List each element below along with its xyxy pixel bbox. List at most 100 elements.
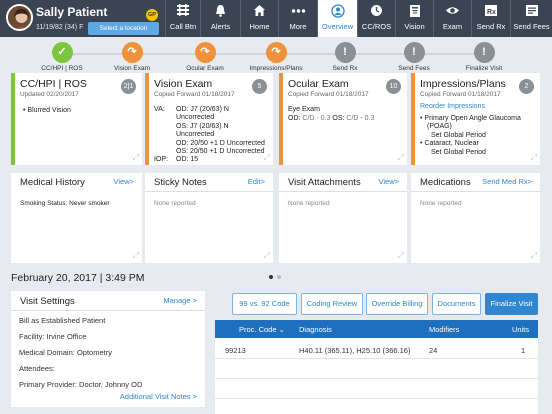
vision-row-key: VA: bbox=[154, 106, 165, 113]
ocular-exam-card[interactable]: Ocular Exam Copied Forward 01/18/2017 10… bbox=[279, 73, 407, 165]
nav-label: Overview bbox=[321, 22, 354, 31]
nav-vision[interactable]: Vision bbox=[395, 0, 433, 37]
exam-heading: Eye Exam bbox=[288, 106, 320, 113]
view-link[interactable]: View> bbox=[113, 177, 134, 186]
send-med-rx-link[interactable]: Send Med Rx> bbox=[482, 177, 532, 186]
card-title: Ocular Exam bbox=[288, 78, 349, 90]
send-fees-icon bbox=[511, 0, 552, 22]
divider bbox=[11, 310, 205, 311]
progress-step[interactable]: ↷ Ocular Exam bbox=[170, 42, 240, 72]
divider bbox=[145, 191, 273, 192]
documents-button[interactable]: Documents bbox=[432, 293, 481, 315]
eye-icon bbox=[434, 0, 471, 22]
card-accent bbox=[145, 73, 149, 165]
table-header: Proc. Code ⌄ Diagnosis Modifiers Units bbox=[215, 320, 538, 338]
copy-forward-icon: ↷ bbox=[265, 42, 287, 63]
expand-icon[interactable]: ⤢ bbox=[264, 251, 270, 261]
nav-overview[interactable]: Overview bbox=[317, 0, 357, 37]
vision-row: Uncorrected bbox=[154, 131, 269, 139]
vision-row: OD: 20/50 +1 D Uncorrected bbox=[154, 140, 269, 148]
medical-history-card[interactable]: Medical History View> Smoking Status: Ne… bbox=[11, 173, 142, 263]
expand-icon[interactable]: ⤢ bbox=[531, 153, 537, 163]
expand-icon[interactable]: ⤢ bbox=[531, 251, 537, 261]
list-item: • Blurred Vision bbox=[23, 107, 71, 114]
domain-value: Optometry bbox=[76, 348, 112, 357]
table-row-empty bbox=[215, 380, 538, 399]
visit-attachments-card[interactable]: Visit Attachments View> None reported ⤢ bbox=[279, 173, 407, 263]
expand-icon[interactable]: ⤢ bbox=[398, 251, 404, 261]
complaint-text: Blurred Vision bbox=[27, 107, 71, 114]
nav-cc-ros[interactable]: CC/ROS bbox=[357, 0, 395, 37]
impressions-plans-card[interactable]: Impressions/Plans Copied Forward 01/18/2… bbox=[411, 73, 540, 165]
nav-home[interactable]: Home bbox=[240, 0, 278, 37]
progress-step[interactable]: ! Send Rx bbox=[310, 42, 380, 72]
patient-name[interactable]: Sally Patient bbox=[36, 5, 107, 19]
view-link[interactable]: View> bbox=[378, 177, 399, 186]
progress-step[interactable]: ! Finalize Visit bbox=[449, 42, 519, 72]
finalize-visit-button[interactable]: Finalize Visit bbox=[485, 293, 538, 315]
call-button-icon bbox=[166, 0, 200, 22]
cc-hpi-ros-card[interactable]: CC/HPI | ROS Updated 02/20/2017 2|1 • Bl… bbox=[11, 73, 142, 165]
nav-call-button[interactable]: Call Btn bbox=[165, 0, 200, 37]
card-body: None reported bbox=[288, 200, 330, 207]
edit-link[interactable]: Edit> bbox=[248, 177, 265, 186]
override-billing-button[interactable]: Override Billing bbox=[366, 293, 428, 315]
nav-exam[interactable]: Exam bbox=[433, 0, 471, 37]
step-label: CC/HPI | ROS bbox=[41, 65, 83, 72]
select-location-button[interactable]: Select a location bbox=[88, 22, 159, 35]
units-cell: 1 bbox=[521, 346, 526, 355]
header-label: Proc. Code bbox=[239, 325, 277, 334]
check-icon: ✓ bbox=[51, 42, 73, 63]
card-accent bbox=[411, 73, 415, 165]
nav-send-fees[interactable]: Send Fees bbox=[510, 0, 552, 37]
expand-icon[interactable]: ⤢ bbox=[264, 153, 270, 163]
progress-step[interactable]: ↷ Vision Exam bbox=[97, 42, 167, 72]
sticky-notes-card[interactable]: Sticky Notes Edit> None reported ⤢ bbox=[145, 173, 273, 263]
expand-icon[interactable]: ⤢ bbox=[133, 153, 139, 163]
divider bbox=[411, 191, 540, 192]
patient-avatar[interactable] bbox=[6, 4, 33, 31]
nav-label: Vision bbox=[404, 22, 425, 31]
card-subtitle: Copied Forward 01/18/2017 bbox=[420, 91, 501, 98]
od-label: OD: bbox=[288, 115, 301, 122]
vision-row: OS: 20/50 +1 D Uncorrected bbox=[154, 148, 269, 156]
additional-visit-notes-link[interactable]: Additional Visit Notes > bbox=[116, 392, 197, 401]
progress-step[interactable]: ✓ CC/HPI | ROS bbox=[27, 42, 97, 72]
expand-icon[interactable]: ⤢ bbox=[133, 251, 139, 261]
99-vs-92-code-button[interactable]: 99 vs. 92 Code bbox=[232, 293, 297, 315]
medications-card[interactable]: Medications Send Med Rx> None reported ⤢ bbox=[411, 173, 540, 263]
visit-settings-panel: Visit Settings Manage > Bill as Establis… bbox=[11, 291, 205, 407]
card-body: Smoking Status: Never smoker bbox=[20, 200, 110, 207]
nav-more[interactable]: More bbox=[278, 0, 317, 37]
user-icon bbox=[318, 0, 357, 22]
vision-row-key: IOP: bbox=[154, 156, 169, 164]
send-rx-icon: Rx bbox=[472, 0, 510, 22]
plan-text: Set Global Period bbox=[431, 148, 486, 156]
procedure-table: Proc. Code ⌄ Diagnosis Modifiers Units 9… bbox=[215, 320, 538, 414]
page-dot[interactable] bbox=[277, 275, 281, 279]
reorder-impressions-link[interactable]: Reorder Impressions bbox=[420, 103, 485, 111]
vision-row: IOP: OD: 15 bbox=[154, 156, 269, 164]
os-value: C/D - 0.3 bbox=[346, 115, 375, 122]
progress-step[interactable]: ! Send Fees bbox=[379, 42, 449, 72]
copy-forward-icon: ↷ bbox=[121, 42, 143, 63]
nav-alerts[interactable]: Alerts bbox=[200, 0, 240, 37]
nav-label: More bbox=[289, 22, 307, 31]
proc-code-header[interactable]: Proc. Code ⌄ bbox=[239, 325, 285, 334]
page-dot-active[interactable] bbox=[269, 275, 273, 279]
expand-icon[interactable]: ⤢ bbox=[398, 153, 404, 163]
vision-row-value: OD: J7 (20/63) N bbox=[176, 106, 229, 113]
cd-ratio: OD: C/D - 0.3 OS: C/D - 0.3 bbox=[288, 115, 374, 123]
card-title: Vision Exam bbox=[154, 78, 213, 90]
od-value: C/D - 0.3 bbox=[302, 115, 331, 122]
progress-step[interactable]: ↷ Impressions/Plans bbox=[241, 42, 311, 72]
facility-row: Facility: Irvine Office bbox=[19, 332, 86, 341]
card-subtitle: Copied Forward 01/18/2017 bbox=[154, 91, 235, 98]
table-row[interactable]: 99213 H40.11 (365.11), H25.10 (366.16) 2… bbox=[215, 340, 538, 359]
nav-label: Alerts bbox=[210, 22, 231, 31]
coding-review-button[interactable]: Coding Review bbox=[301, 293, 363, 315]
vision-exam-card[interactable]: Vision Exam Copied Forward 01/18/2017 5 … bbox=[145, 73, 273, 165]
nav-send-rx[interactable]: Rx Send Rx bbox=[471, 0, 510, 37]
step-label: Ocular Exam bbox=[186, 65, 224, 72]
manage-link[interactable]: Manage > bbox=[163, 296, 197, 305]
